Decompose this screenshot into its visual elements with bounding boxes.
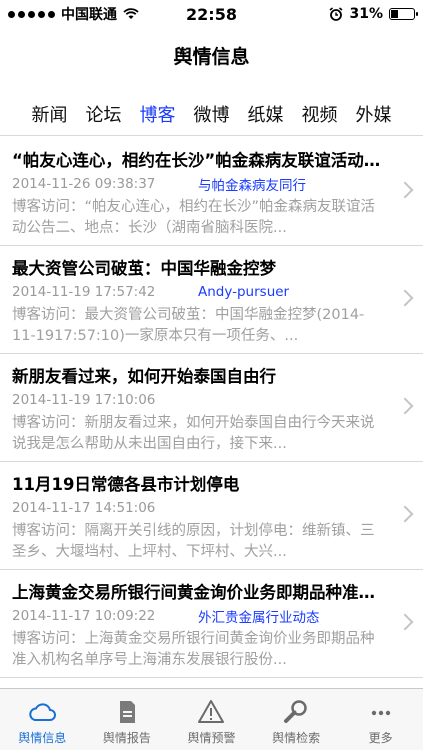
status-left: 中国联通: [8, 4, 139, 24]
item-meta: 2014-11-17 14:51:06: [12, 498, 387, 518]
signal-strength-icon: [8, 10, 55, 18]
page-title: 舆情信息: [173, 45, 250, 68]
tabbar-label: 舆情预警: [187, 731, 236, 745]
list-item[interactable]: 新朋友看过来，如何开始泰国自由行 2014-11-19 17:10:06 博客访…: [0, 354, 423, 462]
article-list: “帕友心连心，相约在长沙”帕金森病友联谊活动公告 2014-11-26 09:3…: [0, 138, 423, 678]
report-icon: [119, 701, 135, 723]
tabbar-label: 舆情信息: [18, 731, 67, 745]
item-summary: 博客访问：最大资管公司破茧：中国华融金控梦(2014-11-1917:57:10…: [12, 307, 365, 344]
status-bar: 中国联通 22:58 31%: [0, 0, 423, 28]
tabbar-item-warning[interactable]: 舆情预警: [169, 689, 254, 750]
tab-print-media[interactable]: 纸媒: [246, 97, 286, 131]
status-right: 31%: [329, 6, 418, 22]
item-summary: 博客访问：新朋友看过来，如何开始泰国自由行今天来说说我是怎么帮助从未出国自由行，…: [12, 415, 375, 452]
battery-percent: 31%: [349, 6, 383, 22]
wifi-icon: [123, 8, 139, 19]
tabbar-item-search[interactable]: 舆情检索: [254, 689, 339, 750]
chevron-right-icon: [396, 181, 414, 199]
cloud-icon: [29, 703, 57, 721]
item-title: “帕友心连心，相约在长沙”帕金森病友联谊活动公告: [12, 151, 387, 170]
tabbar-item-more[interactable]: 更多: [338, 689, 423, 750]
tab-blog[interactable]: 博客: [138, 97, 178, 131]
item-date: 2014-11-17 14:51:06: [12, 500, 156, 516]
carrier-name: 中国联通: [61, 7, 117, 23]
item-summary: 博客访问：隔离开关引线的原因，计划停电：维新镇、三圣乡、大堰垱村、上坪村、下坪村…: [12, 523, 375, 560]
item-author: Andy-pursuer: [198, 284, 290, 300]
tab-video[interactable]: 视频: [300, 97, 340, 131]
tabbar-label: 舆情报告: [102, 731, 151, 745]
chevron-right-icon: [396, 289, 414, 307]
item-date: 2014-11-19 17:57:42: [12, 284, 156, 300]
list-item[interactable]: 11月19日常德各县市计划停电 2014-11-17 14:51:06 博客访问…: [0, 462, 423, 570]
tab-news[interactable]: 新闻: [30, 97, 70, 131]
item-summary: 博客访问：上海黄金交易所银行间黄金询价业务即期品种准入机构名单序号上海浦东发展银…: [12, 631, 375, 668]
warning-icon: [198, 700, 225, 723]
item-title: 最大资管公司破茧：中国华融金控梦: [12, 259, 276, 278]
item-summary: 博客访问：“帕友心连心，相约在长沙”帕金森病友联谊活动公告二、地点：长沙（湖南省…: [12, 199, 376, 236]
item-date: 2014-11-26 09:38:37: [12, 176, 156, 192]
category-tabs: 新闻 论坛 博客 微博 纸媒 视频 外媒: [0, 92, 423, 136]
item-date: 2014-11-17 10:09:22: [12, 608, 156, 624]
chevron-right-icon: [396, 397, 414, 415]
list-item[interactable]: 上海黄金交易所银行间黄金询价业务即期品种准入机构 2014-11-17 10:0…: [0, 570, 423, 678]
tabbar-label: 舆情检索: [272, 731, 321, 745]
item-meta: 2014-11-19 17:57:42 Andy-pursuer: [12, 282, 387, 302]
item-date: 2014-11-19 17:10:06: [12, 392, 156, 408]
tabbar-item-sentiment-info[interactable]: 舆情信息: [0, 689, 85, 750]
item-title: 新朋友看过来，如何开始泰国自由行: [12, 367, 276, 386]
tab-foreign-media[interactable]: 外媒: [354, 97, 394, 131]
tab-weibo[interactable]: 微博: [192, 97, 232, 131]
item-author: 与帕金森病友同行: [198, 178, 306, 194]
item-meta: 2014-11-17 10:09:22 外汇贵金属行业动态: [12, 606, 387, 626]
list-item[interactable]: “帕友心连心，相约在长沙”帕金森病友联谊活动公告 2014-11-26 09:3…: [0, 138, 423, 246]
item-meta: 2014-11-26 09:38:37 与帕金森病友同行: [12, 174, 387, 194]
tabbar-label: 更多: [368, 731, 393, 745]
chevron-right-icon: [396, 613, 414, 631]
item-title: 11月19日常德各县市计划停电: [12, 475, 240, 494]
alarm-clock-icon: [329, 7, 343, 21]
list-item[interactable]: 最大资管公司破茧：中国华融金控梦 2014-11-19 17:57:42 And…: [0, 246, 423, 354]
battery-icon: [389, 8, 418, 20]
item-title: 上海黄金交易所银行间黄金询价业务即期品种准入机构: [12, 583, 387, 602]
more-icon: [371, 710, 390, 716]
search-icon: [284, 700, 307, 723]
item-author: 外汇贵金属行业动态: [198, 610, 320, 626]
tabbar-item-report[interactable]: 舆情报告: [85, 689, 170, 750]
bottom-tab-bar: 舆情信息 舆情报告 舆情预警 舆情检索 更多: [0, 688, 423, 750]
item-meta: 2014-11-19 17:10:06: [12, 390, 387, 410]
chevron-right-icon: [396, 505, 414, 523]
tab-forum[interactable]: 论坛: [84, 97, 124, 131]
